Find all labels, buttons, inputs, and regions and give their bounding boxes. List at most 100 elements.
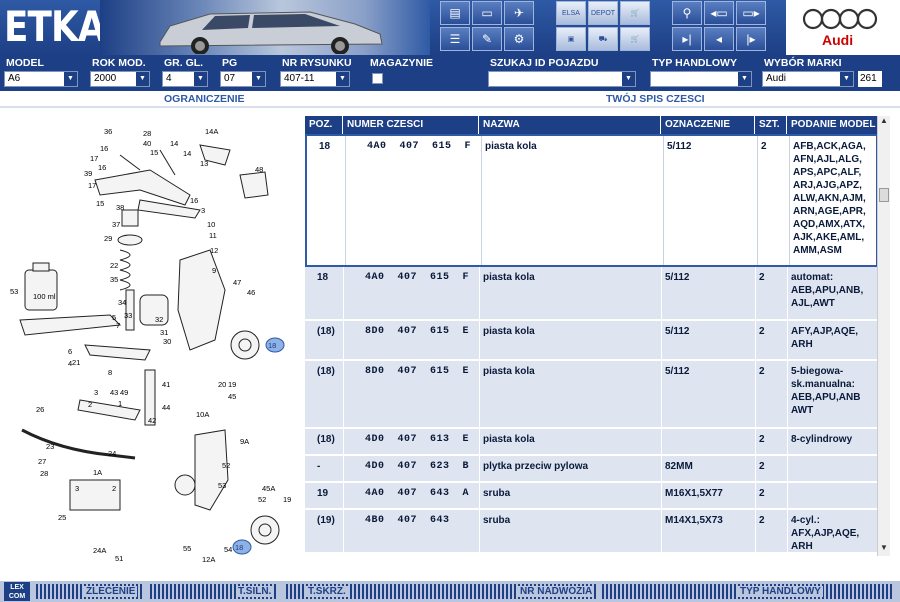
model-select[interactable]: A6 ▼ [4,71,78,87]
table-row[interactable]: (18) 4D0 407 613 E piasta kola 2 8-cylindrow… [305,429,878,456]
chevron-down-icon[interactable]: ▼ [840,72,853,86]
svg-text:43: 43 [110,388,118,397]
order-label[interactable]: ZLECENIE [84,586,138,597]
next-page-icon[interactable]: ▭▸ [736,1,766,25]
cell-name: plytka przeciw pylowa [483,461,589,472]
group-select[interactable]: 4 ▼ [162,71,208,87]
fax-icon[interactable]: ✈ [504,1,534,25]
cell-ozn: M16X1,5X77 [665,488,723,499]
cell-poz: (18) [317,434,335,445]
svg-text:21: 21 [72,358,80,367]
year-value: 2000 [94,73,117,84]
depot-icon[interactable]: DEPOT [588,1,618,25]
cart-icon[interactable]: 🛒 [620,27,650,51]
trade-label: TYP HANDLOWY [652,57,737,69]
scroll-down-icon[interactable]: ▼ [878,543,890,556]
col-model[interactable]: PODANIE MODEL [787,116,878,134]
cell-num: 4A0 407 643 A [365,488,470,499]
edit-icon[interactable]: ✎ [472,27,502,51]
svg-text:51: 51 [115,554,123,563]
svg-text:41: 41 [162,380,170,389]
table-row[interactable]: 18 4A0 407 615 F piasta kola 5/112 2 automat:… [305,267,878,321]
col-poz[interactable]: POZ. [305,116,343,134]
section-bar: OGRANICZENIE TWÓJ SPIS CZESCI [0,91,900,108]
computer-icon[interactable]: ▣ [556,27,586,51]
scroll-thumb[interactable] [879,188,889,202]
chevron-down-icon[interactable]: ▼ [194,72,207,86]
cell-szt: 2 [759,488,765,499]
drawing-select[interactable]: 407-11 ▼ [280,71,350,87]
brand-name: Audi [822,32,854,48]
svg-text:19: 19 [283,495,291,504]
monitor-icon[interactable]: ▭ [472,1,502,25]
trade-select[interactable]: ▼ [650,71,752,87]
table-row[interactable]: 18 4A0 407 615 F piasta kola 5/112 2 AFB,ACK,… [305,134,878,267]
svg-text:12A: 12A [202,555,215,564]
svg-text:6: 6 [68,347,72,356]
svg-text:9: 9 [212,266,216,275]
cell-szt: 2 [759,461,765,472]
svg-text:18: 18 [235,543,243,552]
chevron-down-icon[interactable]: ▼ [622,72,635,86]
pg-select[interactable]: 07 ▼ [220,71,266,87]
gearbox-label[interactable]: T.SKRZ. [306,586,348,597]
parts-icon[interactable]: ⚙ [504,27,534,51]
list-icon[interactable]: ☰ [440,27,470,51]
parts-diagram[interactable]: 36 28 40 14A 14 16 17 15 14 13 16 39 48 17 15 16 38… [0,110,300,575]
svg-text:9A: 9A [240,437,249,446]
trade-type-label[interactable]: TYP HANDLOWY [738,586,823,597]
engine-label[interactable]: T.SILN. [236,586,274,597]
svg-text:1: 1 [118,399,122,408]
exploded-view-drawing[interactable]: 36 2840 14A1416 1715 14 131639 481715 1638… [0,110,300,575]
table-scrollbar[interactable]: ▲ ▼ [877,116,890,556]
svg-text:26: 26 [36,405,44,414]
cell-poz: 19 [317,488,329,499]
last-icon[interactable]: |▸ [736,27,766,51]
cell-ozn: 5/112 [665,326,690,337]
svg-text:13: 13 [200,159,208,168]
table-row[interactable]: (19) 4B0 407 643 sruba M14X1,5X73 2 4-cyl.: A… [305,510,878,554]
col-designation[interactable]: OZNACZENIE [661,116,755,134]
cell-poz: 18 [319,141,331,152]
table-row[interactable]: (18) 8D0 407 615 E piasta kola 5/112 2 5-bieg… [305,361,878,429]
printer-icon[interactable]: ▤ [440,1,470,25]
parts-table: POZ. NUMER CZESCI NAZWA OZNACZENIE SZT. … [305,116,890,556]
parts-list-label: TWÓJ SPIS CZESCI [606,93,705,105]
status-bar: LEX COM ZLECENIE T.SILN. T.SKRZ. NR NADW… [0,581,900,602]
prev-page-icon[interactable]: ◂▭ [704,1,734,25]
pin-icon[interactable]: ⚲ [672,1,702,25]
body-number-label[interactable]: NR NADWOZIA [518,586,595,597]
cell-model: 4-cyl.: AFX,AJP,AQE, ARH [791,515,860,552]
vehicle-id-search[interactable]: ▼ [488,71,636,87]
scroll-up-icon[interactable]: ▲ [878,116,890,129]
year-select[interactable]: 2000 ▼ [90,71,150,87]
svg-text:36: 36 [104,127,112,136]
col-number[interactable]: NUMER CZESCI [343,116,479,134]
brand-select[interactable]: Audi ▼ [762,71,854,87]
svg-text:17: 17 [88,181,96,190]
col-qty[interactable]: SZT. [755,116,787,134]
car-icon[interactable]: ⛟ [588,27,618,51]
cell-ozn: 5/112 [665,272,690,283]
warehouse-checkbox[interactable] [372,73,383,84]
svg-text:32: 32 [155,315,163,324]
svg-text:7: 7 [116,321,120,330]
table-row[interactable]: - 4D0 407 623 B plytka przeciw pylowa 82MM 2 [305,456,878,483]
chevron-down-icon[interactable]: ▼ [336,72,349,86]
chevron-down-icon[interactable]: ▼ [136,72,149,86]
chevron-down-icon[interactable]: ▼ [252,72,265,86]
table-row[interactable]: 19 4A0 407 643 A sruba M16X1,5X77 2 [305,483,878,510]
chevron-down-icon[interactable]: ▼ [64,72,77,86]
elsa-icon[interactable]: ELSA [556,1,586,25]
svg-text:30: 30 [163,337,171,346]
svg-text:16: 16 [190,196,198,205]
car-banner [100,0,430,55]
chevron-down-icon[interactable]: ▼ [738,72,751,86]
col-name[interactable]: NAZWA [479,116,661,134]
cell-num: 4D0 407 623 B [365,461,470,472]
cart-add-icon[interactable]: 🛒 [620,1,650,25]
back-icon[interactable]: ◂ [704,27,734,51]
first-icon[interactable]: ▸| [672,27,702,51]
cell-num: 4D0 407 613 E [365,434,470,445]
table-row[interactable]: (18) 8D0 407 615 E piasta kola 5/112 2 AFY,AJ… [305,321,878,361]
